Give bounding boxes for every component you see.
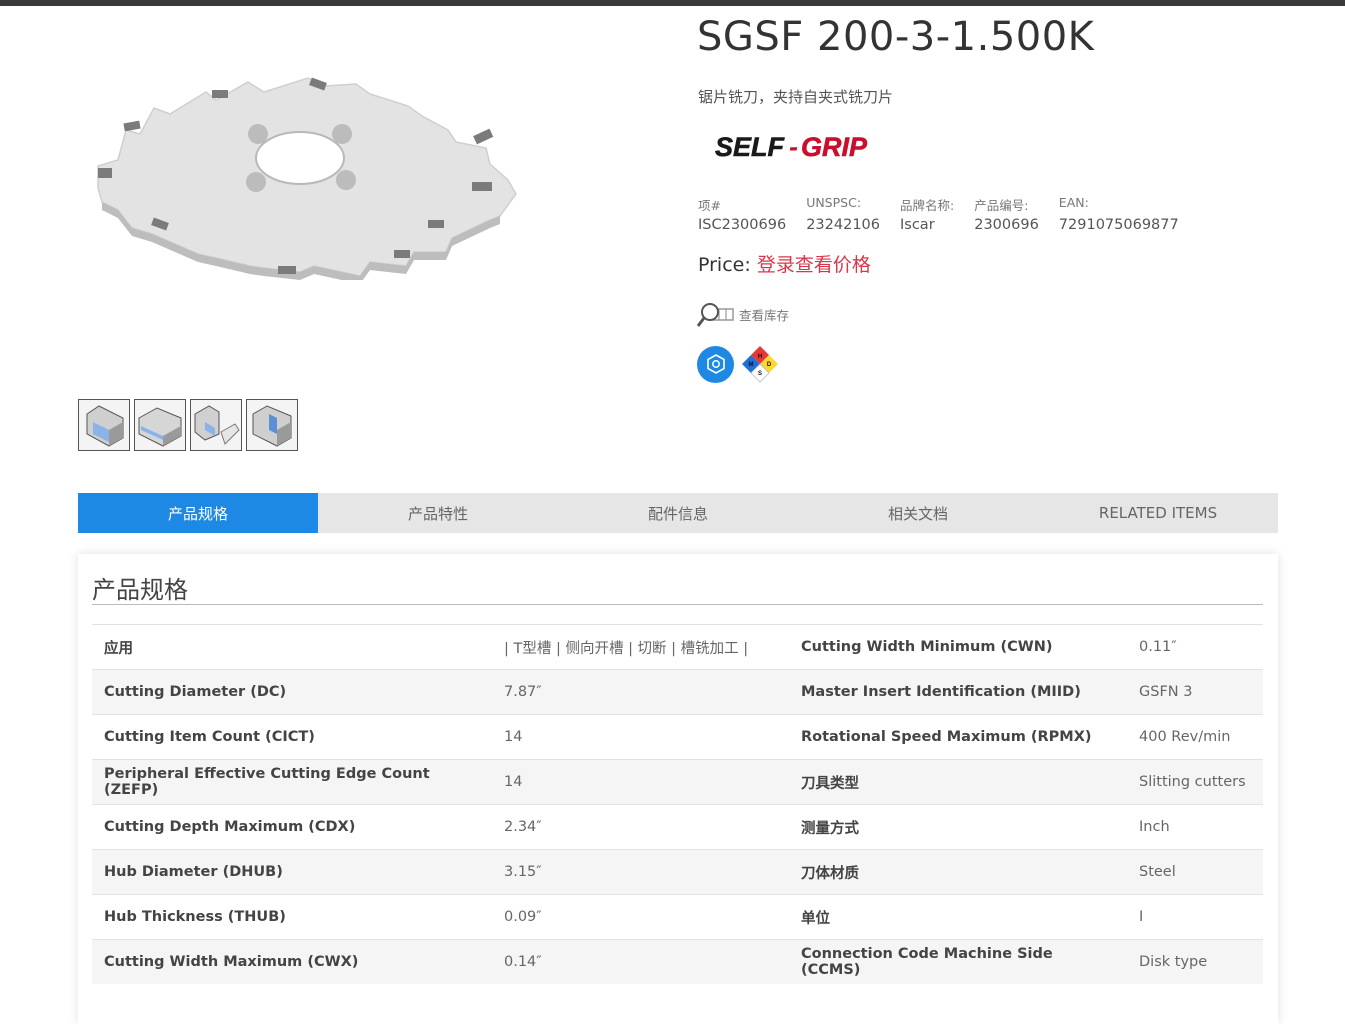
product-tabs: 产品规格 产品特性 配件信息 相关文档 RELATED ITEMS bbox=[78, 493, 1278, 533]
tab-specifications[interactable]: 产品规格 bbox=[78, 493, 318, 533]
svg-text:-: - bbox=[789, 132, 798, 162]
tab-accessories[interactable]: 配件信息 bbox=[558, 493, 798, 533]
spec-key: Peripheral Effective Cutting Edge Count … bbox=[92, 759, 492, 805]
hexagon-icon bbox=[706, 354, 725, 374]
spec-value: 7.87″ bbox=[492, 669, 789, 715]
spec-value: I bbox=[1127, 894, 1263, 940]
table-row: Hub Diameter (DHUB) 3.15″ 刀体材质 Steel bbox=[92, 849, 1263, 895]
spec-value: 0.09″ bbox=[492, 894, 789, 940]
msds-letter-top: H bbox=[758, 354, 762, 360]
product-meta: 项# ISC2300696 UNSPSC: 23242106 品牌名称: Isc… bbox=[698, 195, 1199, 233]
table-row: Cutting Width Maximum (CWX) 0.14″ Connec… bbox=[92, 939, 1263, 984]
spec-key: 应用 bbox=[92, 624, 492, 670]
spec-value: Disk type bbox=[1127, 939, 1263, 984]
spec-value: 400 Rev/min bbox=[1127, 714, 1263, 760]
spec-value: 0.14″ bbox=[492, 939, 789, 984]
check-stock-link[interactable]: 查看库存 bbox=[697, 300, 789, 328]
spec-key: 测量方式 bbox=[789, 804, 1127, 850]
specifications-table: 应用 | T型槽 | 侧向开槽 | 切断 | 槽铣加工 | Cutting Wi… bbox=[92, 624, 1263, 984]
check-stock-label: 查看库存 bbox=[739, 307, 790, 323]
spec-value: Slitting cutters bbox=[1127, 759, 1263, 805]
spec-value: 14 bbox=[492, 714, 789, 760]
application-thumbnails bbox=[78, 399, 298, 451]
side-grooving-thumbnail[interactable] bbox=[134, 399, 186, 451]
tab-features[interactable]: 产品特性 bbox=[318, 493, 558, 533]
table-row: Peripheral Effective Cutting Edge Count … bbox=[92, 759, 1263, 805]
product-subtitle: 锯片铣刀，夹持自夹式铣刀片 bbox=[698, 88, 894, 106]
specifications-heading: 产品规格 bbox=[92, 576, 188, 604]
table-row: 应用 | T型槽 | 侧向开槽 | 切断 | 槽铣加工 | Cutting Wi… bbox=[92, 624, 1263, 670]
t-slot-thumbnail[interactable] bbox=[78, 399, 130, 451]
meta-value: Iscar bbox=[900, 217, 935, 233]
price-label: Price: bbox=[698, 254, 751, 276]
spec-value: GSFN 3 bbox=[1127, 669, 1263, 715]
magnifier-inventory-icon bbox=[697, 303, 734, 327]
spec-value: 0.11″ bbox=[1127, 624, 1263, 670]
tab-related-items[interactable]: RELATED ITEMS bbox=[1038, 493, 1278, 533]
product-image bbox=[97, 77, 517, 280]
msds-letter-bottom: S bbox=[758, 371, 762, 377]
table-row: Cutting Item Count (CICT) 14 Rotational … bbox=[92, 714, 1263, 760]
spec-key: Rotational Speed Maximum (RPMX) bbox=[789, 714, 1127, 760]
login-to-view-price-link[interactable]: 登录查看价格 bbox=[757, 254, 871, 276]
meta-value: 2300696 bbox=[974, 217, 1039, 233]
spec-key: 单位 bbox=[789, 894, 1127, 940]
svg-text:SELF: SELF bbox=[715, 132, 786, 162]
spec-value: 14 bbox=[492, 759, 789, 805]
meta-value: 23242106 bbox=[806, 217, 880, 233]
spec-value: | T型槽 | 侧向开槽 | 切断 | 槽铣加工 | bbox=[492, 624, 789, 670]
meta-label: 品牌名称: bbox=[900, 198, 955, 213]
spec-key: 刀体材质 bbox=[789, 849, 1127, 895]
product-icon-row: H M D S bbox=[697, 344, 780, 384]
slot-milling-thumbnail[interactable] bbox=[246, 399, 298, 451]
spec-key: Hub Diameter (DHUB) bbox=[92, 849, 492, 895]
meta-label: 项# bbox=[698, 198, 721, 213]
self-grip-logo: SELF - GRIP bbox=[715, 132, 869, 163]
meta-label: 产品编号: bbox=[974, 198, 1029, 213]
msds-letter-right: D bbox=[767, 362, 772, 368]
spec-key: Connection Code Machine Side (CCMS) bbox=[789, 939, 1127, 984]
meta-ean: EAN: 7291075069877 bbox=[1059, 195, 1179, 233]
table-row: Cutting Depth Maximum (CDX) 2.34″ 测量方式 I… bbox=[92, 804, 1263, 850]
meta-item-number: 项# ISC2300696 bbox=[698, 195, 786, 233]
spec-key: Cutting Item Count (CICT) bbox=[92, 714, 492, 760]
spec-key: Master Insert Identification (MIID) bbox=[789, 669, 1127, 715]
meta-value: ISC2300696 bbox=[698, 217, 787, 233]
tab-documents[interactable]: 相关文档 bbox=[798, 493, 1038, 533]
divider bbox=[92, 604, 1263, 605]
meta-value: 7291075069877 bbox=[1058, 217, 1179, 233]
parting-thumbnail[interactable] bbox=[190, 399, 242, 451]
spec-key: Cutting Width Maximum (CWX) bbox=[92, 939, 492, 984]
msds-letter-left: M bbox=[749, 362, 754, 368]
meta-unspsc: UNSPSC: 23242106 bbox=[806, 195, 880, 233]
spec-value: Steel bbox=[1127, 849, 1263, 895]
specifications-card: 产品规格 应用 | T型槽 | 侧向开槽 | 切断 | 槽铣加工 | Cutti… bbox=[78, 554, 1278, 1024]
svg-text:GRIP: GRIP bbox=[801, 132, 868, 162]
spec-key: Cutting Width Minimum (CWN) bbox=[789, 624, 1127, 670]
msds-diamond-icon[interactable]: H M D S bbox=[740, 344, 780, 384]
top-bar bbox=[0, 0, 1345, 6]
table-row: Cutting Diameter (DC) 7.87″ Master Inser… bbox=[92, 669, 1263, 715]
spec-key: Hub Thickness (THUB) bbox=[92, 894, 492, 940]
meta-label: UNSPSC: bbox=[806, 195, 862, 210]
meta-product-code: 产品编号: 2300696 bbox=[974, 195, 1039, 233]
spec-value: 3.15″ bbox=[492, 849, 789, 895]
3d-model-button[interactable] bbox=[697, 345, 734, 383]
spec-key: 刀具类型 bbox=[789, 759, 1127, 805]
price-row: Price: 登录查看价格 bbox=[698, 250, 871, 277]
spec-value: 2.34″ bbox=[492, 804, 789, 850]
meta-brand: 品牌名称: Iscar bbox=[900, 195, 954, 233]
spec-key: Cutting Depth Maximum (CDX) bbox=[92, 804, 492, 850]
product-title: SGSF 200-3-1.500K bbox=[697, 14, 1095, 60]
meta-label: EAN: bbox=[1058, 195, 1089, 210]
table-row: Hub Thickness (THUB) 0.09″ 单位 I bbox=[92, 894, 1263, 940]
spec-key: Cutting Diameter (DC) bbox=[92, 669, 492, 715]
spec-value: Inch bbox=[1127, 804, 1263, 850]
